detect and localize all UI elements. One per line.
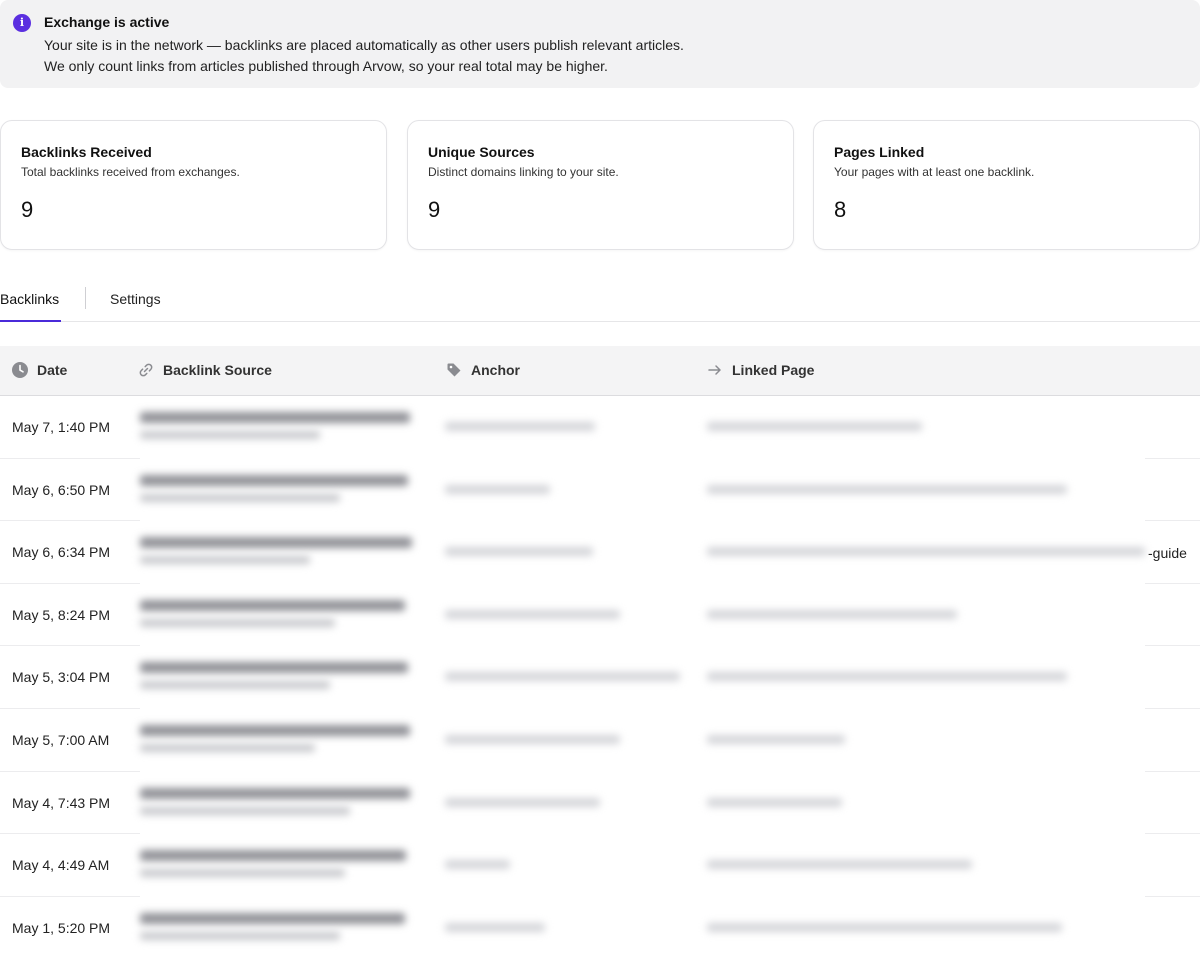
redacted-linked-page [707, 672, 1067, 682]
redacted-anchor [445, 672, 680, 682]
column-header-date[interactable]: Date [12, 361, 67, 379]
table-header: Date Backlink Source Anchor Linked Page [0, 346, 1200, 396]
row-date: May 6, 6:50 PM [12, 481, 111, 498]
column-header-backlink-source[interactable]: Backlink Source [138, 361, 272, 379]
redacted-source-title [140, 537, 412, 549]
column-label: Anchor [471, 362, 520, 378]
redacted-source-title [140, 412, 410, 423]
redacted-source-title [140, 662, 408, 674]
row-date: May 4, 7:43 PM [12, 794, 111, 811]
tab-settings[interactable]: Settings [110, 290, 161, 308]
table-row[interactable]: May 5, 7:00 AM [0, 709, 1200, 772]
table-row[interactable]: May 5, 3:04 PM [0, 646, 1200, 709]
tab-divider [85, 287, 86, 309]
info-icon: i [13, 14, 31, 32]
redacted-anchor [445, 860, 510, 870]
row-date: May 6, 6:34 PM [12, 544, 111, 561]
tag-icon [447, 363, 461, 377]
row-date: May 5, 7:00 AM [12, 731, 110, 748]
linked-page-suffix: -guide [1148, 545, 1187, 562]
row-date: May 4, 4:49 AM [12, 857, 110, 874]
link-icon [139, 363, 153, 377]
stat-card-backlinks-received: Backlinks Received Total backlinks recei… [0, 120, 387, 250]
stat-value: 9 [428, 197, 441, 222]
stat-subtitle: Your pages with at least one backlink. [834, 165, 1035, 179]
table-row[interactable]: May 7, 1:40 PM [0, 396, 1200, 459]
banner-title: Exchange is active [44, 14, 170, 30]
redacted-source-url [140, 493, 340, 502]
stat-title: Unique Sources [428, 144, 535, 160]
stat-title: Backlinks Received [21, 144, 152, 160]
redacted-source-url [140, 743, 315, 752]
redacted-source-url [140, 618, 335, 627]
redacted-source-url [140, 806, 350, 815]
redacted-linked-page [707, 547, 1145, 557]
redacted-anchor [445, 797, 600, 807]
stat-value: 9 [21, 197, 34, 222]
table-row[interactable]: May 4, 4:49 AM [0, 834, 1200, 897]
redacted-source-url [140, 681, 330, 690]
table-row[interactable]: May 6, 6:34 PM -guide [0, 521, 1200, 584]
table-row[interactable]: May 6, 6:50 PM [0, 459, 1200, 522]
redacted-source-title [140, 474, 408, 486]
redacted-anchor [445, 609, 620, 619]
row-date: May 5, 3:04 PM [12, 669, 111, 686]
redacted-source-title [140, 787, 410, 799]
stat-value: 8 [834, 197, 847, 222]
redacted-source-title [140, 599, 405, 611]
arrow-right-icon [708, 365, 721, 375]
redacted-linked-page [707, 484, 1067, 494]
stat-card-unique-sources: Unique Sources Distinct domains linking … [407, 120, 794, 250]
row-date: May 7, 1:40 PM [12, 419, 111, 435]
column-header-anchor[interactable]: Anchor [446, 361, 520, 379]
stats-cards: Backlinks Received Total backlinks recei… [0, 120, 1200, 250]
stat-subtitle: Distinct domains linking to your site. [428, 165, 619, 179]
redacted-source-url [140, 931, 340, 940]
redacted-source-title [140, 850, 406, 862]
redacted-source-url [140, 431, 320, 439]
stat-card-pages-linked: Pages Linked Your pages with at least on… [813, 120, 1200, 250]
column-header-linked-page[interactable]: Linked Page [707, 361, 814, 379]
row-date: May 5, 8:24 PM [12, 606, 111, 623]
redacted-linked-page [707, 860, 972, 870]
redacted-linked-page [707, 422, 922, 431]
row-date: May 1, 5:20 PM [12, 919, 111, 936]
redacted-anchor [445, 547, 593, 557]
redacted-linked-page [707, 922, 1062, 932]
exchange-status-banner: i Exchange is active Your site is in the… [0, 0, 1200, 88]
redacted-anchor [445, 484, 550, 494]
redacted-linked-page [707, 797, 842, 807]
table-row[interactable]: May 4, 7:43 PM [0, 772, 1200, 835]
stat-subtitle: Total backlinks received from exchanges. [21, 165, 240, 179]
column-label: Date [37, 362, 68, 378]
tab-backlinks[interactable]: Backlinks [0, 290, 61, 322]
table-row[interactable]: May 5, 8:24 PM [0, 584, 1200, 647]
column-label: Backlink Source [163, 362, 272, 378]
column-label: Linked Page [732, 362, 815, 378]
tab-bar: Backlinks Settings [0, 276, 1200, 322]
redacted-source-url [140, 869, 345, 878]
redacted-anchor [445, 922, 545, 932]
redacted-anchor [445, 734, 620, 744]
redacted-source-title [140, 724, 410, 736]
backlinks-table: Date Backlink Source Anchor Linked Page [0, 346, 1200, 959]
stat-title: Pages Linked [834, 144, 925, 160]
banner-line-2: We only count links from articles publis… [44, 58, 608, 74]
banner-line-1: Your site is in the network — backlinks … [44, 37, 684, 53]
redacted-linked-page [707, 734, 845, 744]
redacted-linked-page [707, 609, 957, 619]
redacted-anchor [445, 422, 595, 431]
table-row[interactable]: May 1, 5:20 PM [0, 897, 1200, 960]
clock-icon [12, 362, 28, 378]
redacted-source-title [140, 912, 405, 924]
redacted-source-url [140, 556, 310, 565]
